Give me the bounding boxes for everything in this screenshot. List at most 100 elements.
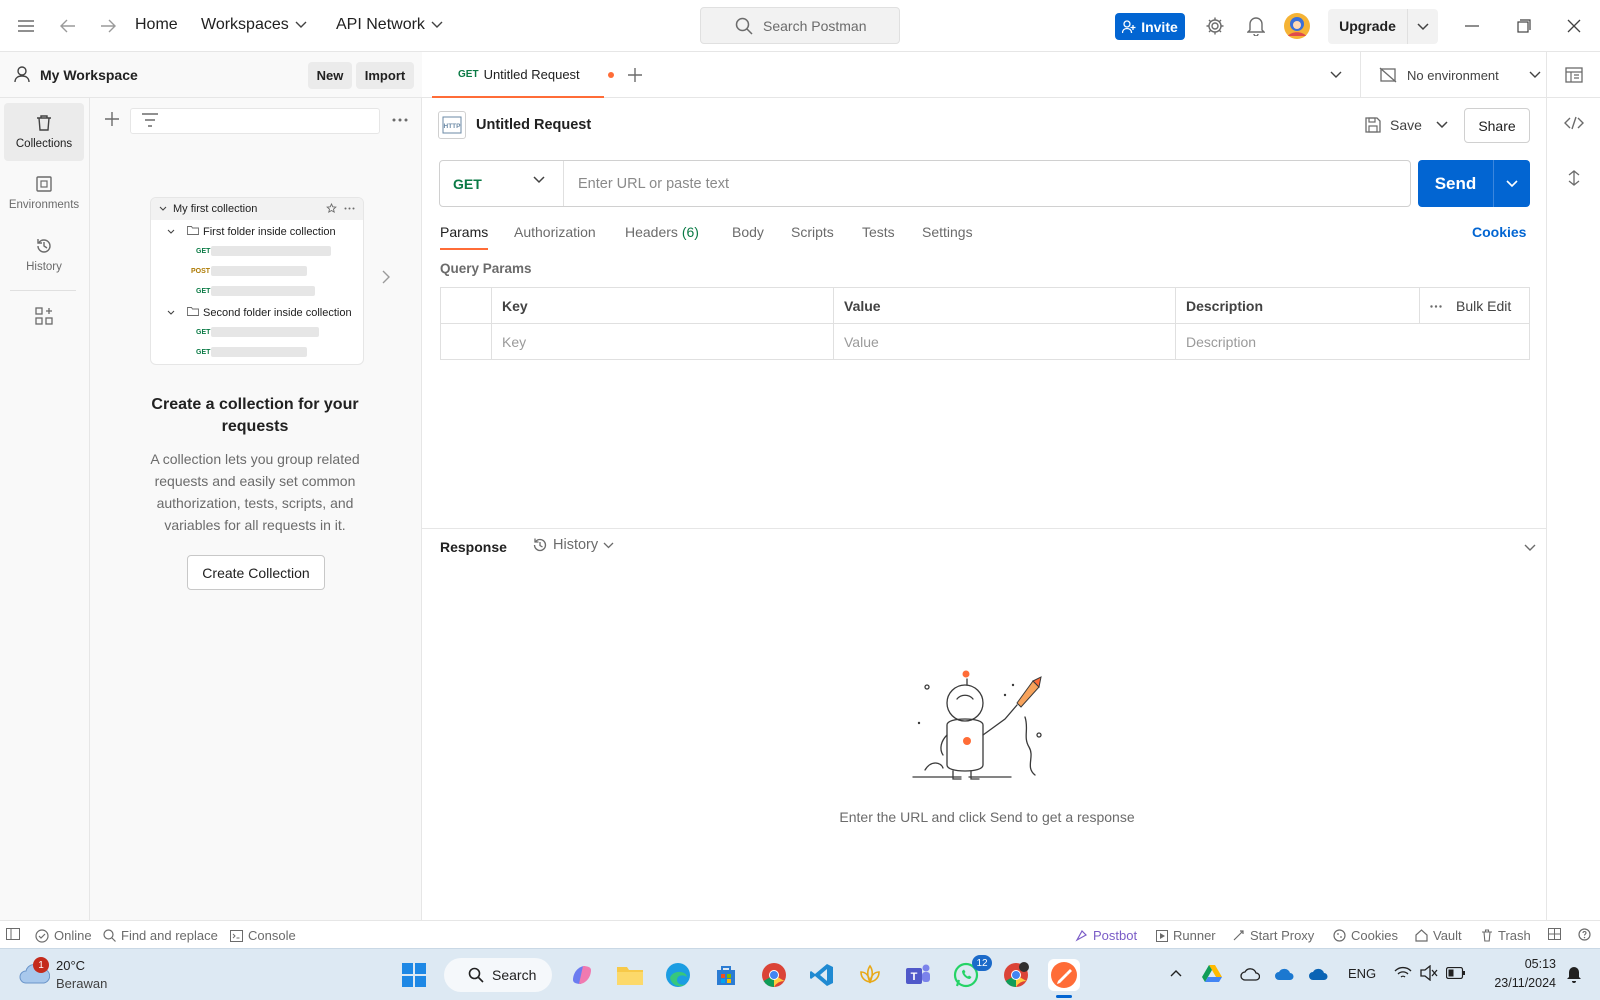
tab-authorization[interactable]: Authorization [514, 224, 596, 250]
help-icon[interactable] [1578, 928, 1591, 941]
clock-date[interactable]: 23/11/2024 [1476, 976, 1556, 990]
teams-icon[interactable]: T [902, 959, 934, 991]
chevron-right-icon[interactable] [382, 270, 390, 284]
clock-time[interactable]: 05:13 [1496, 957, 1556, 971]
settings-gear-icon[interactable] [1203, 14, 1227, 38]
layout-icon[interactable] [1548, 928, 1561, 940]
new-tab-plus-icon[interactable] [627, 67, 643, 83]
url-input[interactable]: Enter URL or paste text [564, 161, 1410, 206]
param-value-input[interactable]: Value [833, 324, 1175, 360]
send-button[interactable]: Send [1418, 160, 1530, 207]
postbot-button[interactable]: Postbot [1075, 928, 1137, 943]
edge-browser-icon[interactable] [662, 959, 694, 991]
battery-icon[interactable] [1446, 967, 1466, 979]
chrome-profile-icon[interactable] [1000, 959, 1032, 991]
find-replace-button[interactable]: Find and replace [103, 928, 218, 943]
tab-scripts[interactable]: Scripts [791, 224, 834, 250]
tab-headers[interactable]: Headers (6) [625, 224, 699, 250]
trash-button[interactable]: Trash [1481, 928, 1531, 943]
global-search-input[interactable]: Search Postman [700, 7, 900, 44]
upgrade-button[interactable]: Upgrade [1328, 9, 1438, 44]
more-options-icon[interactable] [1430, 304, 1442, 308]
environment-selector[interactable]: No environment [1360, 52, 1546, 98]
home-link[interactable]: Home [135, 16, 178, 34]
vault-button[interactable]: Vault [1415, 928, 1462, 943]
invite-button[interactable]: Invite [1115, 13, 1185, 40]
workspaces-menu[interactable]: Workspaces [201, 16, 307, 34]
toggle-sidebar-icon[interactable] [6, 928, 20, 940]
close-window-icon[interactable] [1562, 14, 1586, 38]
volume-muted-icon[interactable] [1420, 965, 1438, 981]
tab-untitled-request[interactable]: GET Untitled Request [432, 52, 614, 98]
import-button[interactable]: Import [356, 62, 414, 89]
environment-quick-look-icon[interactable] [1546, 52, 1600, 98]
notification-center-bell-icon[interactable] [1566, 965, 1582, 983]
onedrive-personal-icon[interactable] [1274, 967, 1294, 981]
filter-icon[interactable] [141, 113, 159, 127]
console-button[interactable]: Console [230, 928, 296, 943]
code-snippet-icon[interactable] [1564, 116, 1584, 130]
copilot-icon[interactable] [566, 959, 598, 991]
api-network-menu[interactable]: API Network [336, 16, 443, 34]
rail-item-environments[interactable]: Environments [4, 164, 84, 222]
hamburger-menu-icon[interactable] [14, 14, 38, 38]
send-options-chevron-icon[interactable] [1494, 179, 1530, 188]
request-title[interactable]: Untitled Request [476, 117, 591, 133]
collection-preview-card: My first collection First folder inside … [150, 197, 364, 365]
tab-body[interactable]: Body [732, 224, 764, 250]
file-explorer-icon[interactable] [614, 959, 646, 991]
response-label: Response [440, 539, 507, 555]
add-icon[interactable] [104, 111, 120, 127]
taskbar-search[interactable]: Search [444, 958, 552, 992]
vscode-icon[interactable] [806, 959, 838, 991]
tab-tests[interactable]: Tests [862, 224, 895, 250]
weather-temperature[interactable]: 20°C [56, 958, 85, 973]
rail-item-configure[interactable] [4, 294, 84, 338]
cookies-link[interactable]: Cookies [1472, 224, 1526, 240]
microsoft-store-icon[interactable] [710, 959, 742, 991]
onedrive-business-icon[interactable] [1308, 967, 1328, 981]
bulk-edit-button[interactable]: Bulk Edit [1456, 298, 1511, 314]
save-button[interactable]: Save [1360, 108, 1440, 142]
notifications-bell-icon[interactable] [1244, 14, 1268, 38]
tab-params[interactable]: Params [440, 224, 489, 250]
new-button[interactable]: New [308, 62, 352, 89]
show-hidden-icons-chevron-icon[interactable] [1170, 969, 1182, 977]
save-options-chevron-icon[interactable] [1436, 121, 1448, 129]
preview-method-get: GET [196, 329, 211, 336]
chrome-browser-icon[interactable] [758, 959, 790, 991]
workspace-name[interactable]: My Workspace [40, 67, 138, 83]
cookies-status-button[interactable]: Cookies [1333, 928, 1398, 943]
language-indicator[interactable]: ENG [1348, 966, 1376, 981]
response-history-dropdown[interactable]: History [532, 537, 614, 553]
method-select[interactable]: GET [440, 161, 564, 206]
minimize-window-icon[interactable] [1460, 14, 1484, 38]
collapse-response-chevron-icon[interactable] [1524, 544, 1536, 552]
back-arrow-icon[interactable] [56, 14, 80, 38]
runner-button[interactable]: Runner [1156, 928, 1216, 943]
rail-item-collections[interactable]: Collections [4, 103, 84, 161]
start-proxy-button[interactable]: Start Proxy [1232, 928, 1314, 943]
windows-start-icon[interactable] [398, 959, 430, 991]
forward-arrow-icon[interactable] [96, 14, 120, 38]
filter-input[interactable] [130, 108, 380, 134]
more-options-icon[interactable] [392, 118, 408, 122]
onedrive-cloud-icon[interactable] [1240, 967, 1260, 981]
google-drive-icon[interactable] [1202, 964, 1222, 982]
tabs-overflow-chevron-icon[interactable] [1330, 71, 1342, 79]
share-button[interactable]: Share [1464, 108, 1530, 143]
chevron-down-icon[interactable] [1408, 22, 1438, 31]
rail-item-history[interactable]: History [4, 226, 84, 284]
online-status[interactable]: Online [35, 928, 92, 943]
wifi-icon[interactable] [1394, 966, 1412, 980]
create-collection-button[interactable]: Create Collection [187, 555, 325, 590]
response-divider[interactable] [422, 528, 1546, 529]
restore-window-icon[interactable] [1512, 14, 1536, 38]
param-description-input[interactable]: Description [1175, 324, 1529, 360]
postman-app-icon[interactable] [1048, 959, 1080, 991]
tab-settings[interactable]: Settings [922, 224, 973, 250]
param-key-input[interactable]: Key [491, 324, 833, 360]
related-collections-icon[interactable] [1567, 170, 1581, 186]
lotus-app-icon[interactable] [854, 959, 886, 991]
user-avatar[interactable] [1283, 12, 1311, 40]
